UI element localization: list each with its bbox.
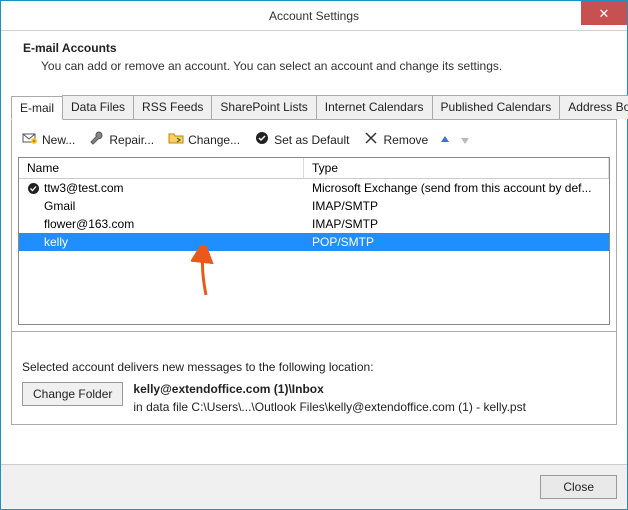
account-row[interactable]: kelly POP/SMTP [19, 233, 609, 251]
delivery-intro: Selected account delivers new messages t… [22, 360, 606, 374]
window-title: Account Settings [1, 9, 627, 23]
repair-button[interactable]: Repair... [85, 128, 158, 151]
close-icon: ✕ [599, 7, 610, 20]
move-up-button[interactable] [438, 133, 452, 147]
body: E-mail Data Files RSS Feeds SharePoint L… [1, 87, 627, 464]
change-button[interactable]: Change... [164, 128, 244, 151]
account-settings-window: Account Settings ✕ E-mail Accounts You c… [0, 0, 628, 510]
header-title: E-mail Accounts [23, 41, 605, 55]
account-name: Gmail [44, 199, 75, 213]
new-label: New... [42, 133, 75, 147]
change-folder-button[interactable]: Change Folder [22, 382, 123, 406]
account-type: IMAP/SMTP [304, 199, 609, 213]
account-name: ttw3@test.com [44, 181, 124, 195]
check-circle-icon [254, 130, 270, 149]
tab-sharepoint-lists[interactable]: SharePoint Lists [211, 95, 316, 119]
account-row[interactable]: Gmail IMAP/SMTP [19, 197, 609, 215]
close-button[interactable]: ✕ [581, 1, 627, 25]
list-panel: Name Type ttw3@test.com Microsoft Exchan… [11, 157, 617, 332]
titlebar: Account Settings ✕ [1, 1, 627, 31]
account-row[interactable]: flower@163.com IMAP/SMTP [19, 215, 609, 233]
remove-label: Remove [383, 133, 428, 147]
account-type: IMAP/SMTP [304, 217, 609, 231]
tab-address-books[interactable]: Address Books [559, 95, 628, 119]
account-type: Microsoft Exchange (send from this accou… [304, 181, 609, 195]
account-name: kelly [44, 235, 68, 249]
folder-change-icon [168, 130, 184, 149]
account-type: POP/SMTP [304, 235, 609, 249]
wrench-icon [89, 130, 105, 149]
new-mail-icon [22, 130, 38, 149]
tab-internet-calendars[interactable]: Internet Calendars [316, 95, 433, 119]
change-label: Change... [188, 133, 240, 147]
footer: Close [1, 464, 627, 509]
tab-data-files[interactable]: Data Files [62, 95, 134, 119]
move-down-button[interactable] [458, 133, 472, 147]
new-button[interactable]: New... [18, 128, 79, 151]
account-name: flower@163.com [44, 217, 134, 231]
tab-email[interactable]: E-mail [11, 96, 63, 120]
column-headers: Name Type [19, 158, 609, 179]
tabstrip: E-mail Data Files RSS Feeds SharePoint L… [11, 95, 617, 120]
tab-published-calendars[interactable]: Published Calendars [432, 95, 561, 119]
set-default-label: Set as Default [274, 133, 349, 147]
delivery-info: kelly@extendoffice.com (1)\Inbox in data… [133, 382, 526, 414]
header-subtitle: You can add or remove an account. You ca… [41, 59, 605, 73]
account-row[interactable]: ttw3@test.com Microsoft Exchange (send f… [19, 179, 609, 197]
remove-button[interactable]: Remove [359, 128, 432, 151]
default-check-icon [27, 182, 40, 195]
col-type[interactable]: Type [304, 158, 609, 178]
repair-label: Repair... [109, 133, 154, 147]
close-dialog-button[interactable]: Close [540, 475, 617, 499]
toolbar: New... Repair... Change... Set as Defaul… [11, 120, 617, 157]
col-name[interactable]: Name [19, 158, 304, 178]
delivery-location: kelly@extendoffice.com (1)\Inbox [133, 382, 526, 396]
delivery-section: Selected account delivers new messages t… [11, 332, 617, 425]
delete-x-icon [363, 130, 379, 149]
tab-rss-feeds[interactable]: RSS Feeds [133, 95, 212, 119]
set-default-button[interactable]: Set as Default [250, 128, 353, 151]
delivery-path: in data file C:\Users\...\Outlook Files\… [133, 400, 526, 414]
accounts-list: Name Type ttw3@test.com Microsoft Exchan… [18, 157, 610, 325]
header: E-mail Accounts You can add or remove an… [1, 31, 627, 87]
